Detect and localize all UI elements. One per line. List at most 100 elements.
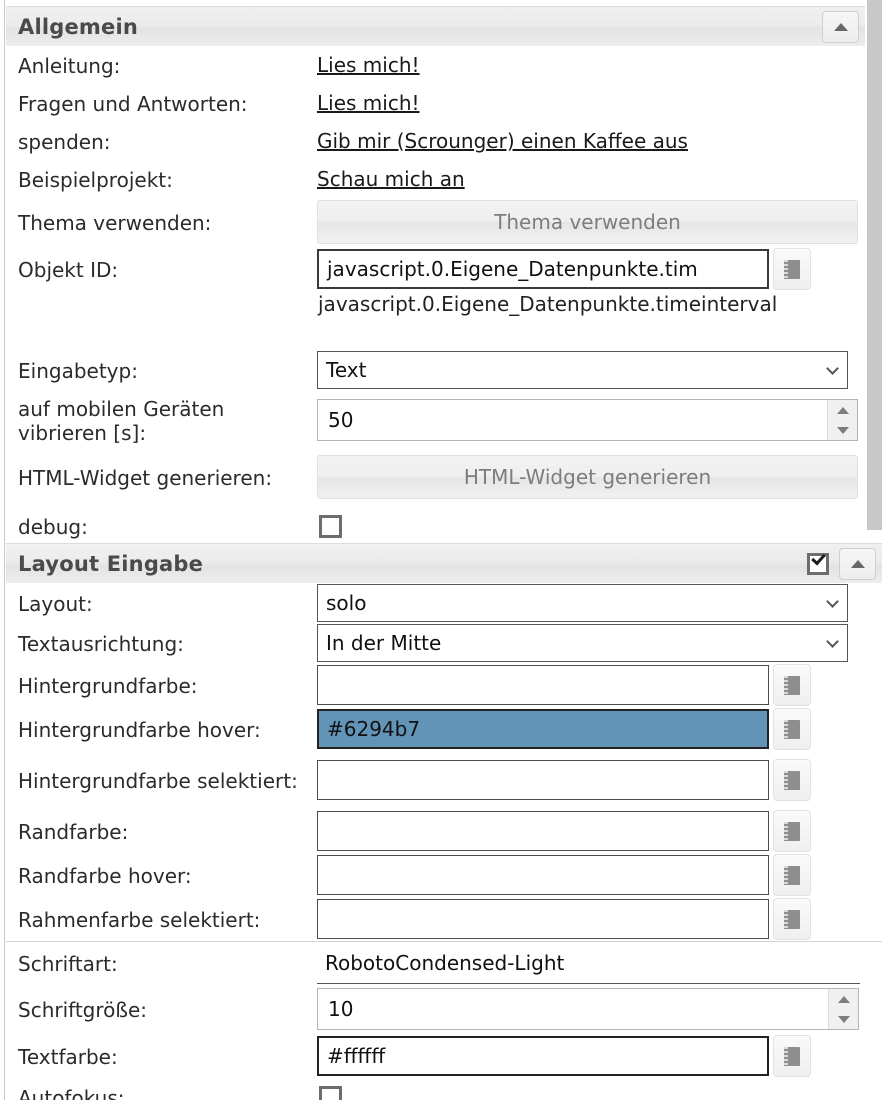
label-randfarbe-hover: Randfarbe hover: bbox=[18, 863, 192, 888]
row-debug: debug: bbox=[6, 506, 865, 546]
label-faq: Fragen und Antworten: bbox=[18, 91, 248, 116]
label-beispielprojekt: Beispielprojekt: bbox=[18, 167, 173, 192]
color-picker-icon bbox=[784, 719, 800, 739]
chevron-down-icon bbox=[826, 635, 839, 648]
field-schriftart: RobotoCondensed-Light bbox=[317, 942, 882, 985]
field-autofokus bbox=[317, 1079, 882, 1100]
field-vibrieren: 50 bbox=[317, 392, 865, 448]
page-title: Allgemein bbox=[18, 14, 138, 39]
row-textfarbe: Textfarbe: #ffffff bbox=[6, 1033, 882, 1079]
randfarbe-group bbox=[317, 810, 811, 852]
section-header-layout-eingabe: Layout Eingabe bbox=[6, 543, 882, 583]
section-header-controls-layout bbox=[807, 547, 876, 580]
field-layout: solo bbox=[317, 583, 882, 623]
schriftgroesse-number-input[interactable]: 10 bbox=[317, 988, 859, 1030]
objekt-id-input[interactable]: javascript.0.Eigene_Datenpunkte.tim bbox=[317, 249, 769, 289]
stepper-up-icon[interactable] bbox=[836, 406, 849, 414]
randfarbe-input[interactable] bbox=[317, 811, 769, 851]
label-eingabetyp: Eingabetyp: bbox=[18, 358, 138, 383]
label-hintergrundfarbe-hover: Hintergrundfarbe hover: bbox=[18, 717, 261, 742]
eingabetyp-select-value: Text bbox=[326, 358, 367, 382]
schriftart-input[interactable]: RobotoCondensed-Light bbox=[317, 943, 860, 984]
section-allgemein: Allgemein Anleitung: Lies mich! Fragen u… bbox=[6, 6, 865, 546]
stepper-down-icon[interactable] bbox=[836, 426, 849, 434]
label-schriftgroesse: Schriftgröße: bbox=[18, 997, 148, 1022]
field-textausrichtung: In der Mitte bbox=[317, 623, 882, 663]
schriftgroesse-stepper[interactable] bbox=[828, 989, 858, 1029]
row-schriftart: Schriftart: RobotoCondensed-Light bbox=[6, 941, 882, 985]
autofokus-checkbox[interactable] bbox=[319, 1085, 342, 1100]
scrollbar-thumb[interactable] bbox=[867, 0, 882, 530]
label-objekt-id: Objekt ID: bbox=[18, 257, 119, 282]
object-browser-button[interactable] bbox=[773, 248, 811, 290]
objekt-id-resolved-text: javascript.0.Eigene_Datenpunkte.timeinte… bbox=[318, 292, 778, 316]
eingabetyp-select[interactable]: Text bbox=[317, 351, 848, 389]
generate-html-widget-button[interactable]: HTML-Widget generieren bbox=[317, 455, 858, 499]
link-faq[interactable]: Lies mich! bbox=[317, 91, 420, 115]
randfarbe-hover-input[interactable] bbox=[317, 855, 769, 895]
check-mark-icon bbox=[811, 549, 826, 566]
rahmenfarbe-selektiert-input[interactable] bbox=[317, 899, 769, 939]
row-layout: Layout: solo bbox=[6, 583, 882, 623]
field-thema-verwenden: Thema verwenden bbox=[317, 198, 865, 246]
use-theme-button[interactable]: Thema verwenden bbox=[317, 200, 858, 244]
label-schriftart: Schriftart: bbox=[18, 952, 118, 977]
vibrieren-number-input[interactable]: 50 bbox=[317, 399, 858, 441]
label-layout: Layout: bbox=[18, 591, 93, 616]
layout-select[interactable]: solo bbox=[317, 584, 848, 622]
field-randfarbe-hover bbox=[317, 853, 882, 897]
row-faq: Fragen und Antworten: Lies mich! bbox=[6, 84, 865, 122]
label-textfarbe: Textfarbe: bbox=[18, 1044, 118, 1069]
collapse-button-allgemein[interactable] bbox=[822, 10, 859, 43]
label-textausrichtung: Textausrichtung: bbox=[18, 631, 184, 656]
rahmenfarbe-selektiert-picker-button[interactable] bbox=[773, 898, 811, 940]
label-thema-verwenden: Thema verwenden: bbox=[18, 210, 212, 235]
textfarbe-picker-button[interactable] bbox=[773, 1035, 811, 1077]
randfarbe-picker-button[interactable] bbox=[773, 810, 811, 852]
stepper-down-icon[interactable] bbox=[837, 1015, 850, 1023]
hintergrundfarbe-hover-input[interactable]: #6294b7 bbox=[317, 709, 769, 749]
label-randfarbe: Randfarbe: bbox=[18, 819, 129, 844]
hintergrundfarbe-picker-button[interactable] bbox=[773, 664, 811, 706]
layout-select-value: solo bbox=[326, 591, 367, 615]
field-html-widget: HTML-Widget generieren bbox=[317, 448, 865, 506]
label-html-widget: HTML-Widget generieren: bbox=[18, 465, 273, 490]
label-objekt-id-helper-spacer bbox=[6, 292, 317, 295]
link-donate[interactable]: Gib mir (Scrounger) einen Kaffee aus bbox=[317, 129, 688, 153]
section-header-allgemein: Allgemein bbox=[6, 6, 865, 46]
vibrieren-stepper[interactable] bbox=[827, 400, 857, 440]
objekt-id-group: javascript.0.Eigene_Datenpunkte.tim bbox=[317, 248, 811, 290]
vibrieren-value: 50 bbox=[328, 408, 354, 432]
debug-checkbox[interactable] bbox=[319, 514, 342, 538]
hintergrundfarbe-hover-picker-button[interactable] bbox=[773, 708, 811, 750]
field-rahmenfarbe-selektiert bbox=[317, 897, 882, 941]
row-textausrichtung: Textausrichtung: In der Mitte bbox=[6, 623, 882, 663]
row-rahmenfarbe-selektiert: Rahmenfarbe selektiert: bbox=[6, 897, 882, 941]
link-anleitung[interactable]: Lies mich! bbox=[317, 53, 420, 77]
hintergrundfarbe-selektiert-input[interactable] bbox=[317, 760, 769, 800]
label-spenden: spenden: bbox=[18, 129, 111, 154]
field-schriftgroesse: 10 bbox=[317, 985, 882, 1033]
layout-eingabe-enable-checkbox[interactable] bbox=[807, 549, 829, 575]
collapse-button-layout-eingabe[interactable] bbox=[839, 547, 876, 580]
field-beispielprojekt: Schau mich an bbox=[317, 160, 865, 198]
hintergrundfarbe-selektiert-group bbox=[317, 759, 811, 801]
row-eingabetyp: Eingabetyp: Text bbox=[6, 348, 865, 392]
link-example-project[interactable]: Schau mich an bbox=[317, 167, 465, 191]
label-hintergrundfarbe: Hintergrundfarbe: bbox=[18, 673, 198, 698]
hintergrundfarbe-selektiert-picker-button[interactable] bbox=[773, 759, 811, 801]
left-gutter bbox=[0, 0, 5, 1100]
vertical-scrollbar[interactable] bbox=[865, 0, 882, 536]
row-spenden: spenden: Gib mir (Scrounger) einen Kaffe… bbox=[6, 122, 865, 160]
row-beispielprojekt: Beispielprojekt: Schau mich an bbox=[6, 160, 865, 198]
row-hintergrundfarbe-selektiert: Hintergrundfarbe selektiert: bbox=[6, 751, 882, 809]
stepper-up-icon[interactable] bbox=[837, 995, 850, 1003]
randfarbe-hover-group bbox=[317, 854, 811, 896]
textfarbe-input[interactable]: #ffffff bbox=[317, 1036, 769, 1076]
chevron-down-icon bbox=[826, 595, 839, 608]
textausrichtung-select[interactable]: In der Mitte bbox=[317, 624, 848, 662]
section-header-controls-allgemein bbox=[822, 10, 859, 43]
field-textfarbe: #ffffff bbox=[317, 1033, 882, 1079]
randfarbe-hover-picker-button[interactable] bbox=[773, 854, 811, 896]
hintergrundfarbe-input[interactable] bbox=[317, 665, 769, 705]
